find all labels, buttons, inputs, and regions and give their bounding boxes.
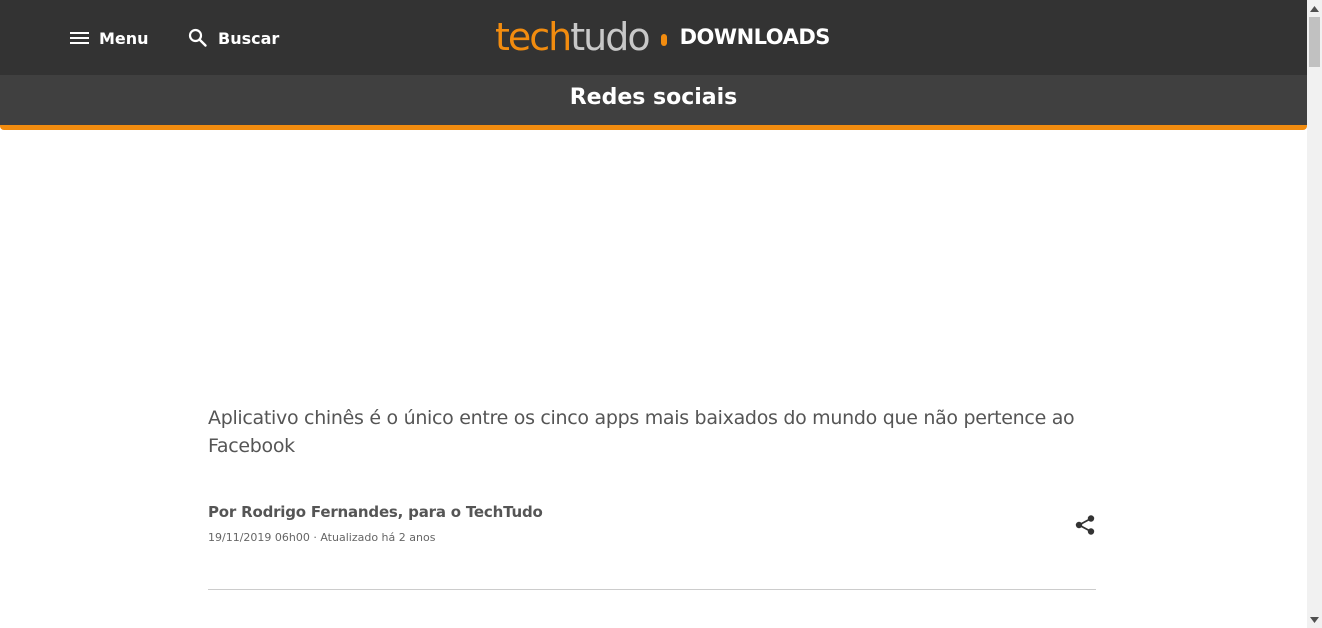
logo-tech: tech xyxy=(495,15,572,59)
menu-button[interactable]: Menu xyxy=(70,26,149,50)
article-dateline: 19/11/2019 06h00 · Atualizado há 2 anos xyxy=(208,531,436,544)
scroll-up-arrow-icon[interactable] xyxy=(1307,0,1322,17)
logo-tudo: tudo xyxy=(570,15,650,59)
scroll-down-arrow-icon[interactable] xyxy=(1307,611,1322,628)
article-author: Por Rodrigo Fernandes, para o TechTudo xyxy=(208,503,543,521)
search-button[interactable]: Buscar xyxy=(188,26,279,50)
vertical-scrollbar[interactable] xyxy=(1307,0,1322,628)
site-logo[interactable]: tech tudo DOWNLOADS xyxy=(495,15,830,59)
article-subtitle: Aplicativo chinês é o único entre os cin… xyxy=(208,407,1075,457)
section-bar: Redes sociais xyxy=(0,75,1307,125)
article-divider xyxy=(208,589,1096,590)
scroll-thumb[interactable] xyxy=(1309,17,1320,67)
menu-icon xyxy=(70,30,90,46)
search-icon xyxy=(188,28,207,47)
logo-dot xyxy=(660,34,667,46)
top-header: Menu Buscar tech tudo DOWNLOADS xyxy=(0,0,1307,75)
menu-label: Menu xyxy=(99,28,149,48)
share-icon[interactable] xyxy=(1074,514,1096,536)
search-label: Buscar xyxy=(218,28,280,48)
page: Menu Buscar tech tudo DOWNLOADS Redes soc… xyxy=(0,0,1307,628)
logo-downloads: DOWNLOADS xyxy=(679,25,831,49)
section-title[interactable]: Redes sociais xyxy=(570,85,738,110)
accent-line xyxy=(0,125,1307,130)
